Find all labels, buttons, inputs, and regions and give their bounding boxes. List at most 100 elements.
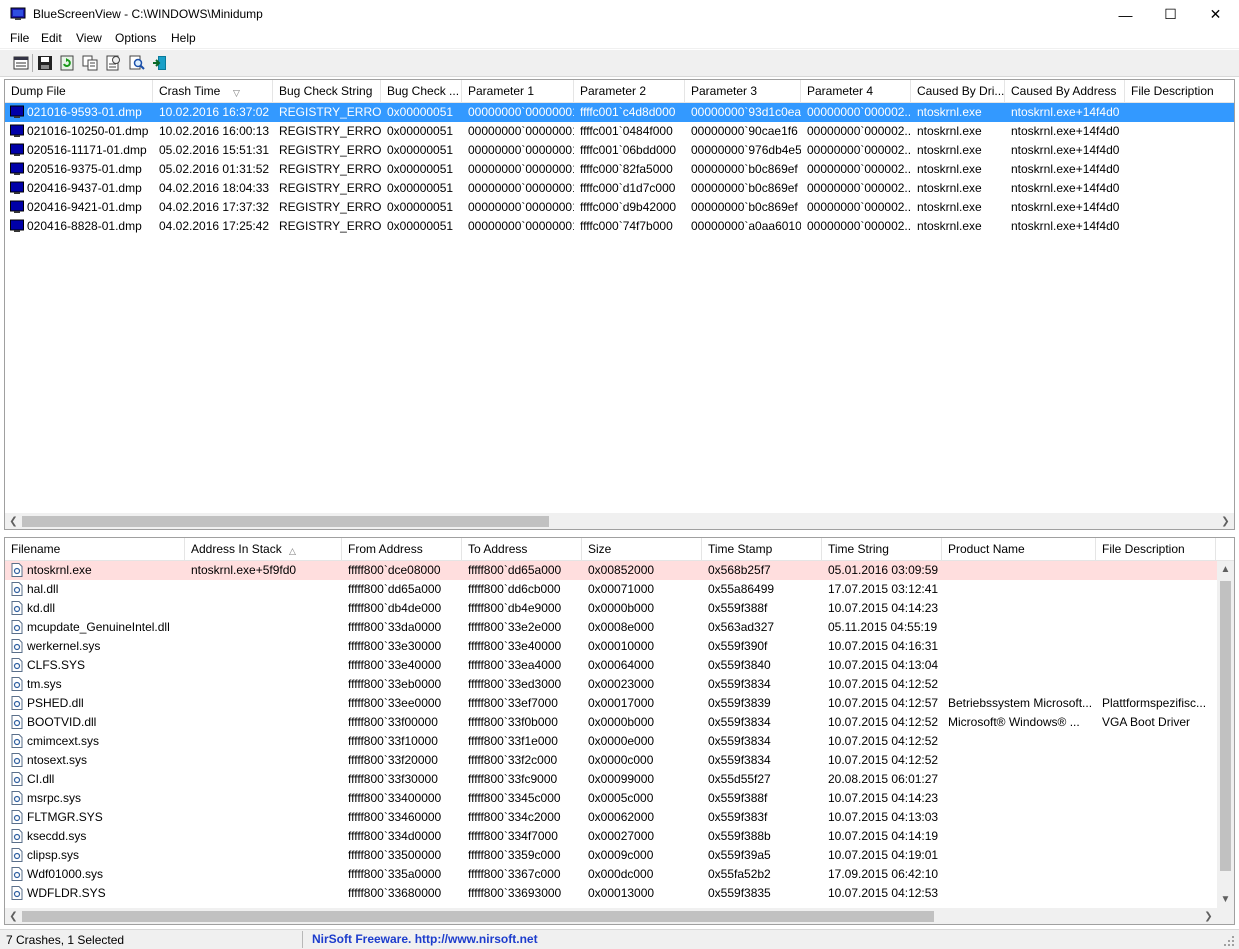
crash-row[interactable]: 021016-10250-01.dmp 10.02.2016 16:00:13 RE… bbox=[5, 122, 1234, 141]
column-header-address-in-stack[interactable]: Address In Stack △ bbox=[185, 538, 342, 561]
cell-time-stamp: 0x559f383f bbox=[708, 810, 768, 824]
cell-bug-check-code: 0x00000051 bbox=[387, 200, 454, 214]
column-header-to-address[interactable]: To Address bbox=[462, 538, 582, 561]
column-header-time-stamp[interactable]: Time Stamp bbox=[702, 538, 822, 561]
driver-row[interactable]: ntosext.sys fffff800`33f20000 fffff800`33f… bbox=[5, 751, 1217, 770]
minimize-button[interactable]: — bbox=[1103, 0, 1148, 29]
column-header-size[interactable]: Size bbox=[582, 538, 702, 561]
drivers-list-horizontal-scrollbar[interactable]: ❮ ❯ bbox=[5, 908, 1217, 924]
cell-from-address: fffff800`33e30000 bbox=[348, 639, 442, 653]
driver-row[interactable]: CLFS.SYS fffff800`33e40000 fffff800`33ea40… bbox=[5, 656, 1217, 675]
cell-product-name bbox=[942, 637, 1096, 656]
cell-from-address: fffff800`33eb0000 bbox=[348, 677, 442, 691]
cell-address-in-stack bbox=[185, 713, 342, 732]
copy-button[interactable] bbox=[81, 54, 99, 72]
column-header-time-string[interactable]: Time String bbox=[822, 538, 942, 561]
menu-options[interactable]: Options bbox=[115, 31, 156, 45]
scroll-down-arrow-icon[interactable]: ▼ bbox=[1217, 891, 1234, 908]
driver-row[interactable]: werkernel.sys fffff800`33e30000 fffff800`3… bbox=[5, 637, 1217, 656]
find-button[interactable] bbox=[128, 54, 146, 72]
exit-button[interactable] bbox=[151, 54, 169, 72]
cell-to-address: fffff800`33e2e000 bbox=[468, 620, 562, 634]
crash-list-scroll-thumb[interactable] bbox=[22, 516, 549, 527]
driver-row[interactable]: Wdf01000.sys fffff800`335a0000 fffff800`33… bbox=[5, 865, 1217, 884]
nirsoft-link[interactable]: NirSoft Freeware. http://www.nirsoft.net bbox=[312, 932, 538, 946]
crash-row[interactable]: 020416-9437-01.dmp 04.02.2016 18:04:33 REG… bbox=[5, 179, 1234, 198]
cell-caused-by-address: ntoskrnl.exe+14f4d0 bbox=[1011, 200, 1120, 214]
cell-parameter-2: ffffc000`d9b42000 bbox=[580, 200, 677, 214]
driver-row[interactable]: cmimcext.sys fffff800`33f10000 fffff800`33… bbox=[5, 732, 1217, 751]
size-grip-icon[interactable] bbox=[1222, 934, 1236, 948]
crash-row[interactable]: 020416-9421-01.dmp 04.02.2016 17:37:32 REG… bbox=[5, 198, 1234, 217]
column-header-crash-time[interactable]: Crash Time ▽ bbox=[153, 80, 273, 103]
menu-file[interactable]: File bbox=[10, 31, 29, 45]
cell-crash-time: 04.02.2016 17:25:42 bbox=[159, 219, 270, 233]
cell-size: 0x00099000 bbox=[588, 772, 655, 786]
driver-row[interactable]: kd.dll fffff800`db4de000 fffff800`db4e9000… bbox=[5, 599, 1217, 618]
column-header-caused-by-driver[interactable]: Caused By Dri... bbox=[911, 80, 1005, 103]
scroll-left-arrow-icon[interactable]: ❮ bbox=[5, 513, 22, 529]
column-header-dump-file[interactable]: Dump File bbox=[5, 80, 153, 103]
crash-row[interactable]: 021016-9593-01.dmp 10.02.2016 16:37:02 REG… bbox=[5, 103, 1234, 122]
driver-row[interactable]: CI.dll fffff800`33f30000 fffff800`33fc9000… bbox=[5, 770, 1217, 789]
cell-from-address: fffff800`dd65a000 bbox=[348, 582, 442, 596]
driver-row[interactable]: ksecdd.sys fffff800`334d0000 fffff800`334f… bbox=[5, 827, 1217, 846]
column-header-parameter-1[interactable]: Parameter 1 bbox=[462, 80, 574, 103]
refresh-button[interactable] bbox=[58, 54, 76, 72]
cell-parameter-1: 00000000`00000001 bbox=[468, 181, 574, 195]
drivers-list-vscroll-thumb[interactable] bbox=[1220, 581, 1231, 871]
scroll-right-arrow-icon[interactable]: ❯ bbox=[1217, 513, 1234, 529]
column-header-parameter-2[interactable]: Parameter 2 bbox=[574, 80, 685, 103]
drivers-list-vertical-scrollbar[interactable]: ▲ ▼ bbox=[1217, 561, 1234, 908]
html-report-button[interactable] bbox=[104, 54, 122, 72]
column-header-bug-check-code[interactable]: Bug Check ... bbox=[381, 80, 462, 103]
cell-filename: cmimcext.sys bbox=[27, 734, 99, 748]
drivers-list-header: Filename Address In Stack △ From Address … bbox=[5, 538, 1234, 561]
column-header-caused-by-address[interactable]: Caused By Address bbox=[1005, 80, 1125, 103]
driver-row[interactable]: BOOTVID.dll fffff800`33f00000 fffff800`33f… bbox=[5, 713, 1217, 732]
cell-time-string: 10.07.2015 04:12:57 bbox=[828, 696, 939, 710]
column-header-driver-file-description[interactable]: File Description bbox=[1096, 538, 1216, 561]
cell-product-name bbox=[942, 770, 1096, 789]
close-button[interactable]: ✕ bbox=[1193, 0, 1238, 29]
cell-bug-check-code: 0x00000051 bbox=[387, 124, 454, 138]
cell-from-address: fffff800`33f00000 bbox=[348, 715, 438, 729]
maximize-button[interactable]: ☐ bbox=[1148, 0, 1193, 29]
scroll-left-arrow-icon[interactable]: ❮ bbox=[5, 908, 22, 924]
cell-parameter-2: ffffc000`d1d7c000 bbox=[580, 181, 676, 195]
driver-row[interactable]: FLTMGR.SYS fffff800`33460000 fffff800`334c… bbox=[5, 808, 1217, 827]
scroll-right-arrow-icon[interactable]: ❯ bbox=[1200, 908, 1217, 924]
drivers-list-hscroll-thumb[interactable] bbox=[22, 911, 934, 922]
crash-row[interactable]: 020516-11171-01.dmp 05.02.2016 15:51:31 RE… bbox=[5, 141, 1234, 160]
crash-list-horizontal-scrollbar[interactable]: ❮ ❯ bbox=[5, 513, 1234, 529]
save-button[interactable] bbox=[36, 54, 54, 72]
column-header-parameter-3[interactable]: Parameter 3 bbox=[685, 80, 801, 103]
driver-row[interactable]: WDFLDR.SYS fffff800`33680000 fffff800`3369… bbox=[5, 884, 1217, 903]
driver-row[interactable]: tm.sys fffff800`33eb0000 fffff800`33ed3000… bbox=[5, 675, 1217, 694]
column-header-parameter-4[interactable]: Parameter 4 bbox=[801, 80, 911, 103]
driver-row[interactable]: hal.dll fffff800`dd65a000 fffff800`dd6cb00… bbox=[5, 580, 1217, 599]
driver-row[interactable]: PSHED.dll fffff800`33ee0000 fffff800`33ef7… bbox=[5, 694, 1217, 713]
crash-row[interactable]: 020416-8828-01.dmp 04.02.2016 17:25:42 REG… bbox=[5, 217, 1234, 236]
column-header-product-name[interactable]: Product Name bbox=[942, 538, 1096, 561]
cell-file-description: VGA Boot Driver bbox=[1102, 715, 1191, 729]
crash-row[interactable]: 020516-9375-01.dmp 05.02.2016 01:31:52 REG… bbox=[5, 160, 1234, 179]
driver-row[interactable]: clipsp.sys fffff800`33500000 fffff800`3359… bbox=[5, 846, 1217, 865]
cell-to-address: fffff800`33693000 bbox=[468, 886, 562, 900]
driver-row[interactable]: msrpc.sys fffff800`33400000 fffff800`3345c… bbox=[5, 789, 1217, 808]
driver-row[interactable]: mcupdate_GenuineIntel.dll fffff800`33da00… bbox=[5, 618, 1217, 637]
driver-row[interactable]: ntoskrnl.exe ntoskrnl.exe+5f9fd0 fffff800`… bbox=[5, 561, 1217, 580]
column-header-file-description[interactable]: File Description bbox=[1125, 80, 1234, 103]
scroll-up-arrow-icon[interactable]: ▲ bbox=[1217, 561, 1234, 578]
properties-button[interactable] bbox=[12, 54, 30, 72]
menu-help[interactable]: Help bbox=[171, 31, 196, 45]
cell-address-in-stack bbox=[185, 789, 342, 808]
cell-address-in-stack bbox=[185, 694, 342, 713]
column-header-filename[interactable]: Filename bbox=[5, 538, 185, 561]
menu-edit[interactable]: Edit bbox=[41, 31, 62, 45]
menu-view[interactable]: View bbox=[76, 31, 102, 45]
column-header-bug-check-string[interactable]: Bug Check String bbox=[273, 80, 381, 103]
cell-address-in-stack bbox=[185, 884, 342, 903]
cell-crash-time: 05.02.2016 15:51:31 bbox=[159, 143, 270, 157]
column-header-from-address[interactable]: From Address bbox=[342, 538, 462, 561]
